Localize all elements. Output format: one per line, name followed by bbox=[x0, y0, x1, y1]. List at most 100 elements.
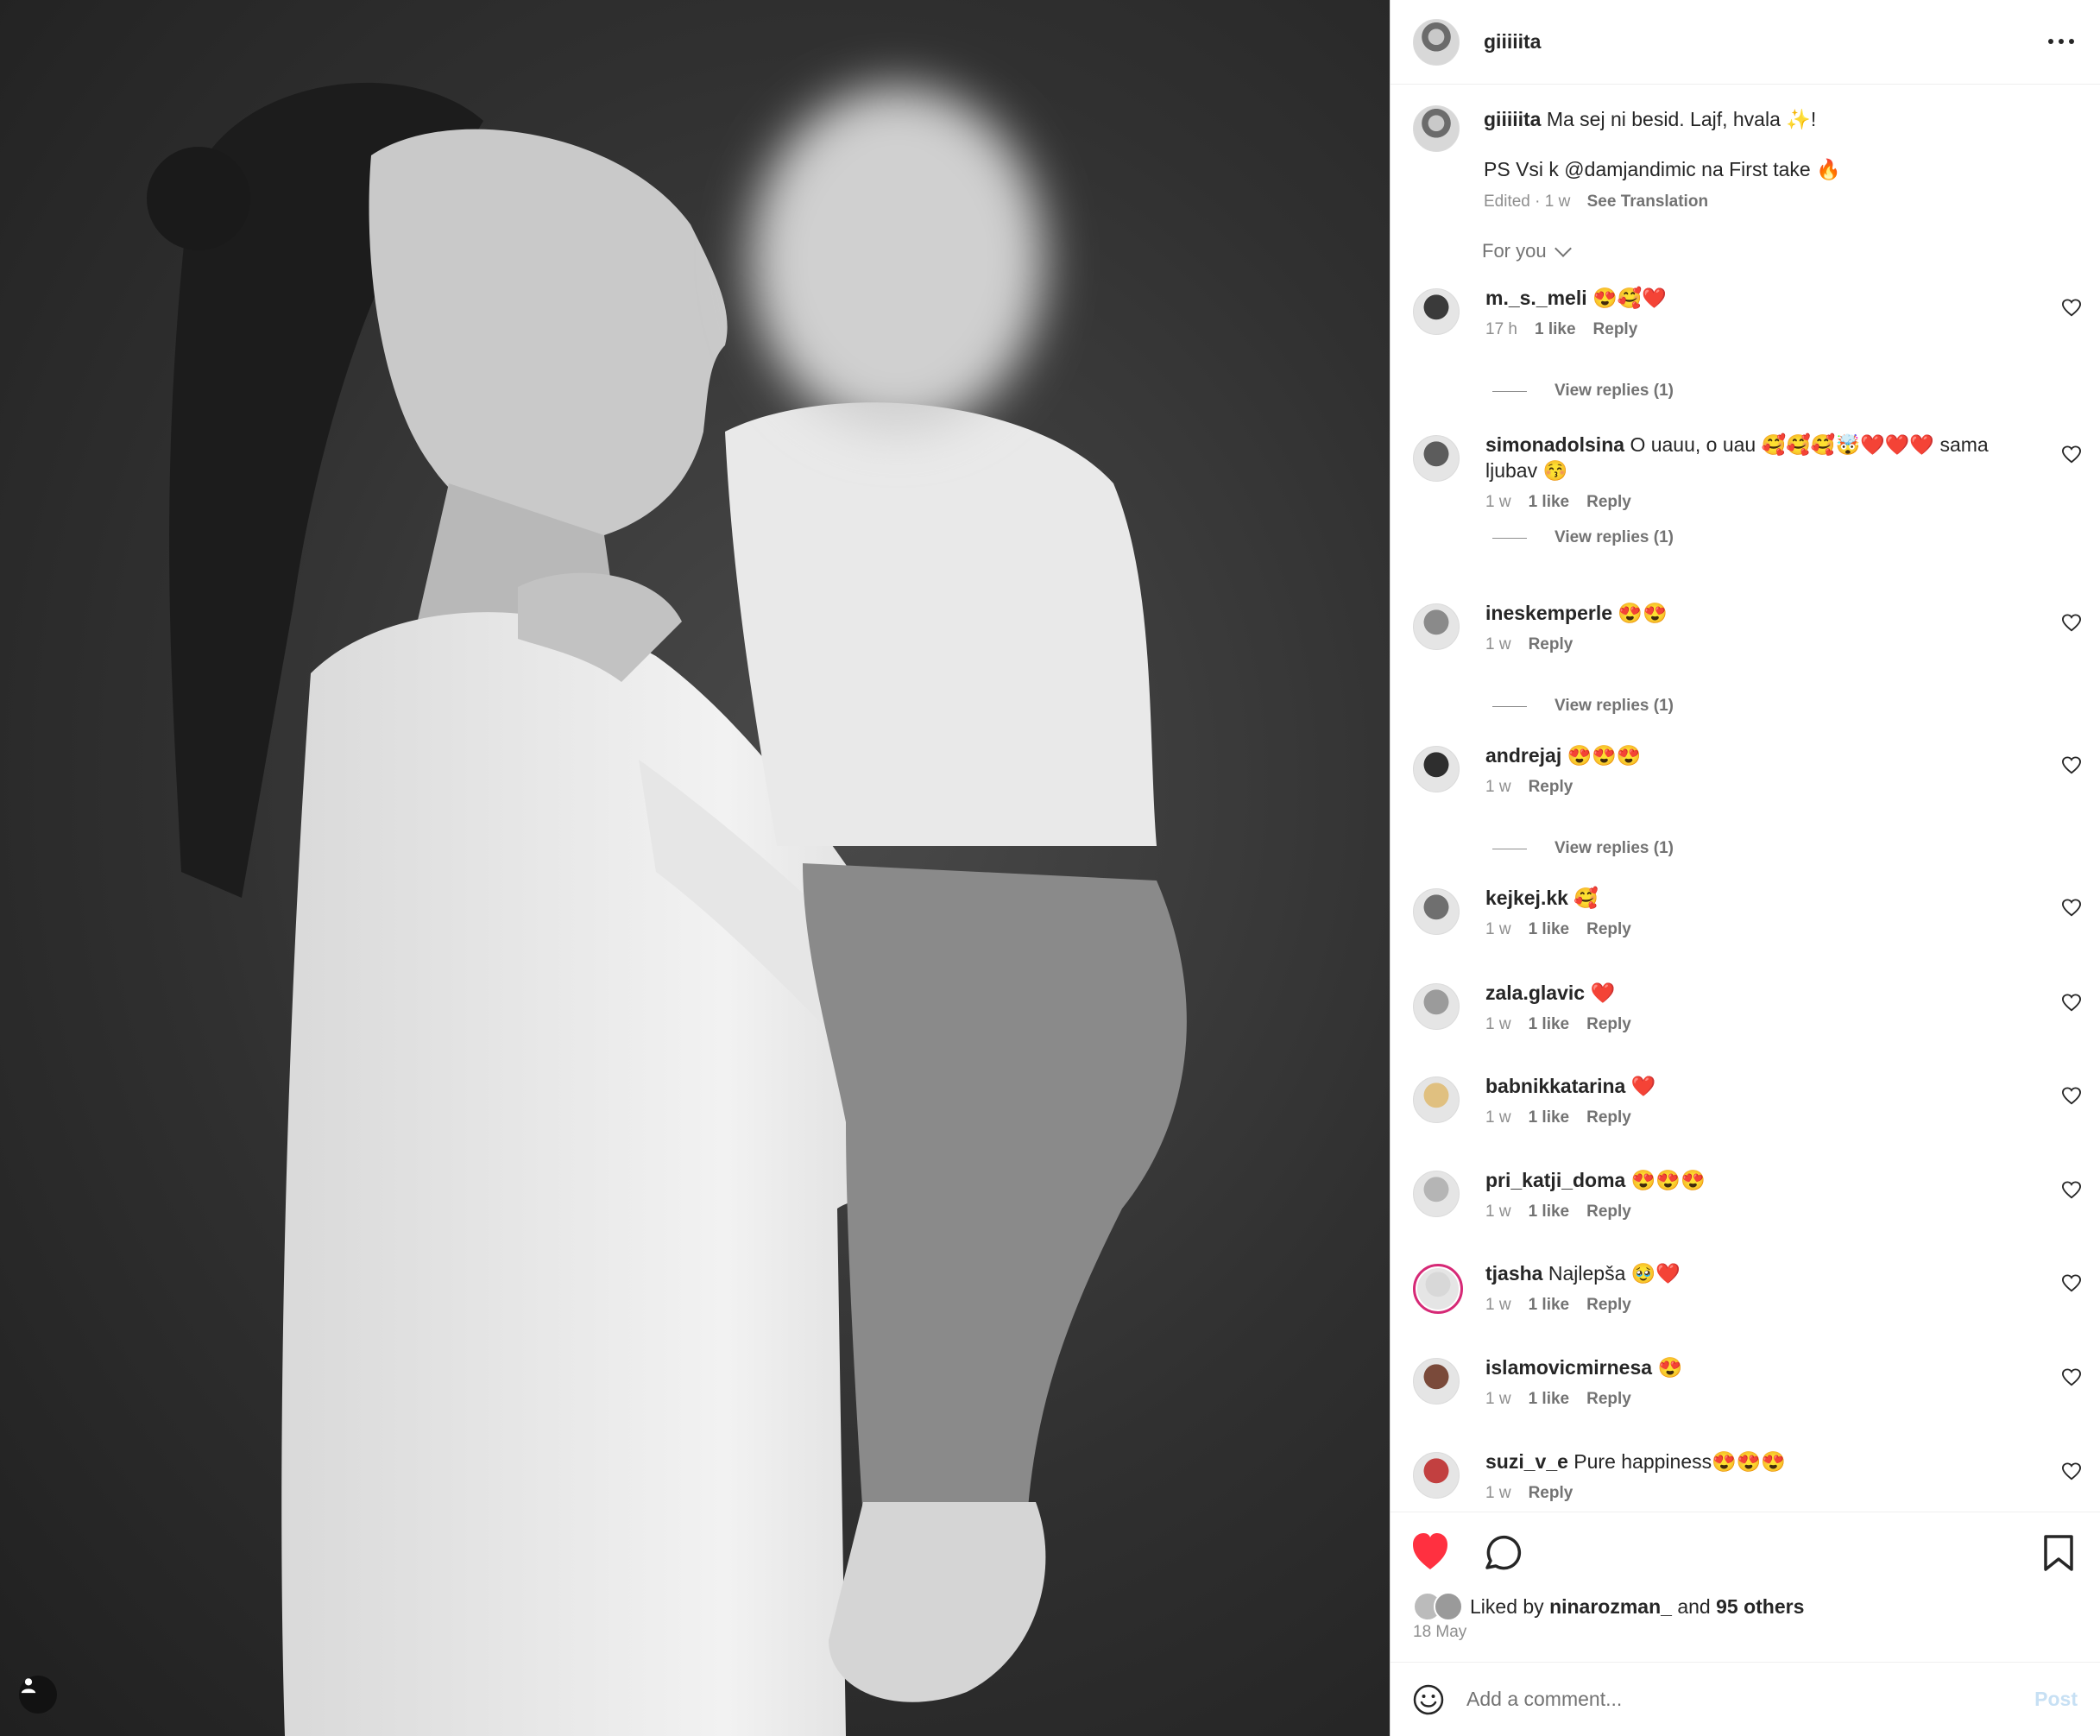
heart-icon[interactable] bbox=[2061, 756, 2082, 775]
comment-username[interactable]: pri_katji_doma bbox=[1485, 1169, 1625, 1191]
heart-icon[interactable] bbox=[2061, 1368, 2082, 1387]
comment-username[interactable]: tjasha bbox=[1485, 1262, 1542, 1285]
comment-likes[interactable]: 1 like bbox=[1529, 1296, 1570, 1314]
heart-icon[interactable] bbox=[2061, 1087, 2082, 1106]
comment-likes[interactable]: 1 like bbox=[1529, 1015, 1570, 1033]
author-username[interactable]: giiiiita bbox=[1484, 30, 2048, 54]
comment-username[interactable]: simonadolsina bbox=[1485, 433, 1624, 456]
likes-others[interactable]: 95 others bbox=[1716, 1595, 1804, 1618]
comment-reply-button[interactable]: Reply bbox=[1529, 778, 1573, 796]
user-tag-icon[interactable] bbox=[19, 1676, 57, 1714]
commenter-avatar[interactable] bbox=[1413, 983, 1460, 1030]
commenter-avatar[interactable] bbox=[1413, 1264, 1463, 1314]
comment-reply-button[interactable]: Reply bbox=[1586, 1015, 1631, 1033]
comment-meta: 1 w Reply bbox=[1485, 632, 2012, 658]
post-comment-button[interactable]: Post bbox=[2034, 1688, 2078, 1711]
see-translation-link[interactable]: See Translation bbox=[1587, 193, 1708, 211]
comment-text: 😍😍 bbox=[1618, 602, 1668, 624]
comment-reply-button[interactable]: Reply bbox=[1586, 920, 1631, 938]
comment-likes[interactable]: 1 like bbox=[1529, 1108, 1570, 1127]
comment-icon[interactable] bbox=[1485, 1535, 1522, 1570]
heart-icon[interactable] bbox=[2061, 445, 2082, 464]
commenter-avatar[interactable] bbox=[1413, 746, 1460, 792]
comment-username[interactable]: suzi_v_e bbox=[1485, 1450, 1568, 1473]
comment-meta: 1 w 1 like Reply bbox=[1485, 1199, 2012, 1225]
heart-icon[interactable] bbox=[2061, 899, 2082, 918]
comment-reply-button[interactable]: Reply bbox=[1586, 1108, 1631, 1127]
commenter-avatar[interactable] bbox=[1413, 603, 1460, 650]
comment-text: ❤️ bbox=[1630, 1075, 1656, 1097]
comment-meta: 1 w 1 like Reply bbox=[1485, 1012, 2012, 1038]
comment-username[interactable]: ineskemperle bbox=[1485, 602, 1612, 624]
commenter-avatar[interactable] bbox=[1413, 888, 1460, 935]
view-replies-label: View replies (1) bbox=[1555, 382, 1674, 400]
comment-reply-button[interactable]: Reply bbox=[1586, 1203, 1631, 1221]
comment-time: 1 w bbox=[1485, 778, 1511, 796]
comment-meta: 1 w 1 like Reply bbox=[1485, 489, 2012, 515]
comment-reply-button[interactable]: Reply bbox=[1529, 635, 1573, 653]
comment-meta: 17 h 1 like Reply bbox=[1485, 317, 2012, 343]
heart-icon[interactable] bbox=[2061, 1462, 2082, 1481]
comment-reply-button[interactable]: Reply bbox=[1586, 493, 1631, 511]
heart-icon[interactable] bbox=[2061, 994, 2082, 1013]
comment-reply-button[interactable]: Reply bbox=[1586, 1296, 1631, 1314]
caption-avatar[interactable] bbox=[1413, 105, 1460, 152]
bookmark-icon[interactable] bbox=[2044, 1535, 2073, 1571]
comment-reply-button[interactable]: Reply bbox=[1586, 1390, 1631, 1408]
comment-meta: 1 w Reply bbox=[1485, 774, 2012, 800]
more-icon[interactable] bbox=[2048, 38, 2074, 46]
likes-user[interactable]: ninarozman_ bbox=[1549, 1595, 1672, 1618]
commenter-avatar[interactable] bbox=[1413, 435, 1460, 482]
likes-summary[interactable]: Liked by ninarozman_ and 95 others bbox=[1413, 1592, 1804, 1621]
comment-text: 😍 bbox=[1657, 1356, 1683, 1379]
comment-likes[interactable]: 1 like bbox=[1535, 320, 1576, 338]
comment-body: babnikkatarina ❤️ 1 w 1 like Reply bbox=[1485, 1073, 2012, 1131]
comment-meta: 1 w 1 like Reply bbox=[1485, 917, 2012, 943]
comment-input[interactable] bbox=[1465, 1687, 2035, 1712]
view-replies-label: View replies (1) bbox=[1555, 697, 1674, 715]
post-sidebar: giiiiita giiiiita Ma sej ni besid. Lajf,… bbox=[1390, 0, 2100, 1736]
comment-username[interactable]: zala.glavic bbox=[1485, 982, 1585, 1004]
comment-body: andrejaj 😍😍😍 1 w Reply bbox=[1485, 742, 2012, 800]
comment-likes[interactable]: 1 like bbox=[1529, 493, 1570, 511]
comment-username[interactable]: m._s._meli bbox=[1485, 287, 1587, 309]
comments-filter[interactable]: For you bbox=[1482, 240, 2100, 262]
view-replies-label: View replies (1) bbox=[1555, 839, 1674, 857]
comment-username[interactable]: islamovicmirnesa bbox=[1485, 1356, 1652, 1379]
heart-icon[interactable] bbox=[2061, 1181, 2082, 1200]
commenter-avatar[interactable] bbox=[1413, 1171, 1460, 1217]
comment-time: 1 w bbox=[1485, 1203, 1511, 1221]
author-avatar[interactable] bbox=[1413, 18, 1460, 66]
commenter-avatar[interactable] bbox=[1413, 1076, 1460, 1123]
comment-username[interactable]: andrejaj bbox=[1485, 744, 1561, 767]
emoji-icon[interactable] bbox=[1413, 1684, 1444, 1715]
view-replies-button[interactable]: View replies (1) bbox=[1492, 382, 1674, 401]
view-replies-button[interactable]: View replies (1) bbox=[1492, 839, 1674, 858]
commenter-avatar[interactable] bbox=[1413, 1452, 1460, 1499]
comment-likes[interactable]: 1 like bbox=[1529, 1390, 1570, 1408]
commenter-avatar[interactable] bbox=[1413, 1358, 1460, 1405]
comment-time: 1 w bbox=[1485, 920, 1511, 938]
comment-reply-button[interactable]: Reply bbox=[1593, 320, 1638, 338]
replies-divider bbox=[1492, 705, 1527, 707]
comment-username[interactable]: babnikkatarina bbox=[1485, 1075, 1625, 1097]
heart-icon[interactable] bbox=[2061, 299, 2082, 318]
heart-icon[interactable] bbox=[1413, 1533, 1447, 1569]
comment-reply-button[interactable]: Reply bbox=[1529, 1484, 1573, 1502]
comment-likes[interactable]: 1 like bbox=[1529, 1203, 1570, 1221]
heart-icon[interactable] bbox=[2061, 614, 2082, 633]
view-replies-button[interactable]: View replies (1) bbox=[1492, 528, 1674, 547]
caption-username[interactable]: giiiiita bbox=[1484, 108, 1541, 130]
comment-body: islamovicmirnesa 😍 1 w 1 like Reply bbox=[1485, 1354, 2012, 1412]
action-icons bbox=[1413, 1533, 2073, 1571]
heart-icon[interactable] bbox=[2061, 1274, 2082, 1293]
commenter-avatar[interactable] bbox=[1413, 288, 1460, 335]
comment-time: 17 h bbox=[1485, 320, 1517, 338]
comment-username[interactable]: kejkej.kk bbox=[1485, 887, 1568, 909]
post-caption: giiiiita Ma sej ni besid. Lajf, hvala ✨!… bbox=[1391, 85, 2100, 216]
comments-filter-label: For you bbox=[1482, 240, 1547, 262]
comment-meta: 1 w 1 like Reply bbox=[1485, 1386, 2012, 1412]
post-header: giiiiita bbox=[1391, 0, 2100, 85]
comment-likes[interactable]: 1 like bbox=[1529, 920, 1570, 938]
view-replies-button[interactable]: View replies (1) bbox=[1492, 697, 1674, 716]
